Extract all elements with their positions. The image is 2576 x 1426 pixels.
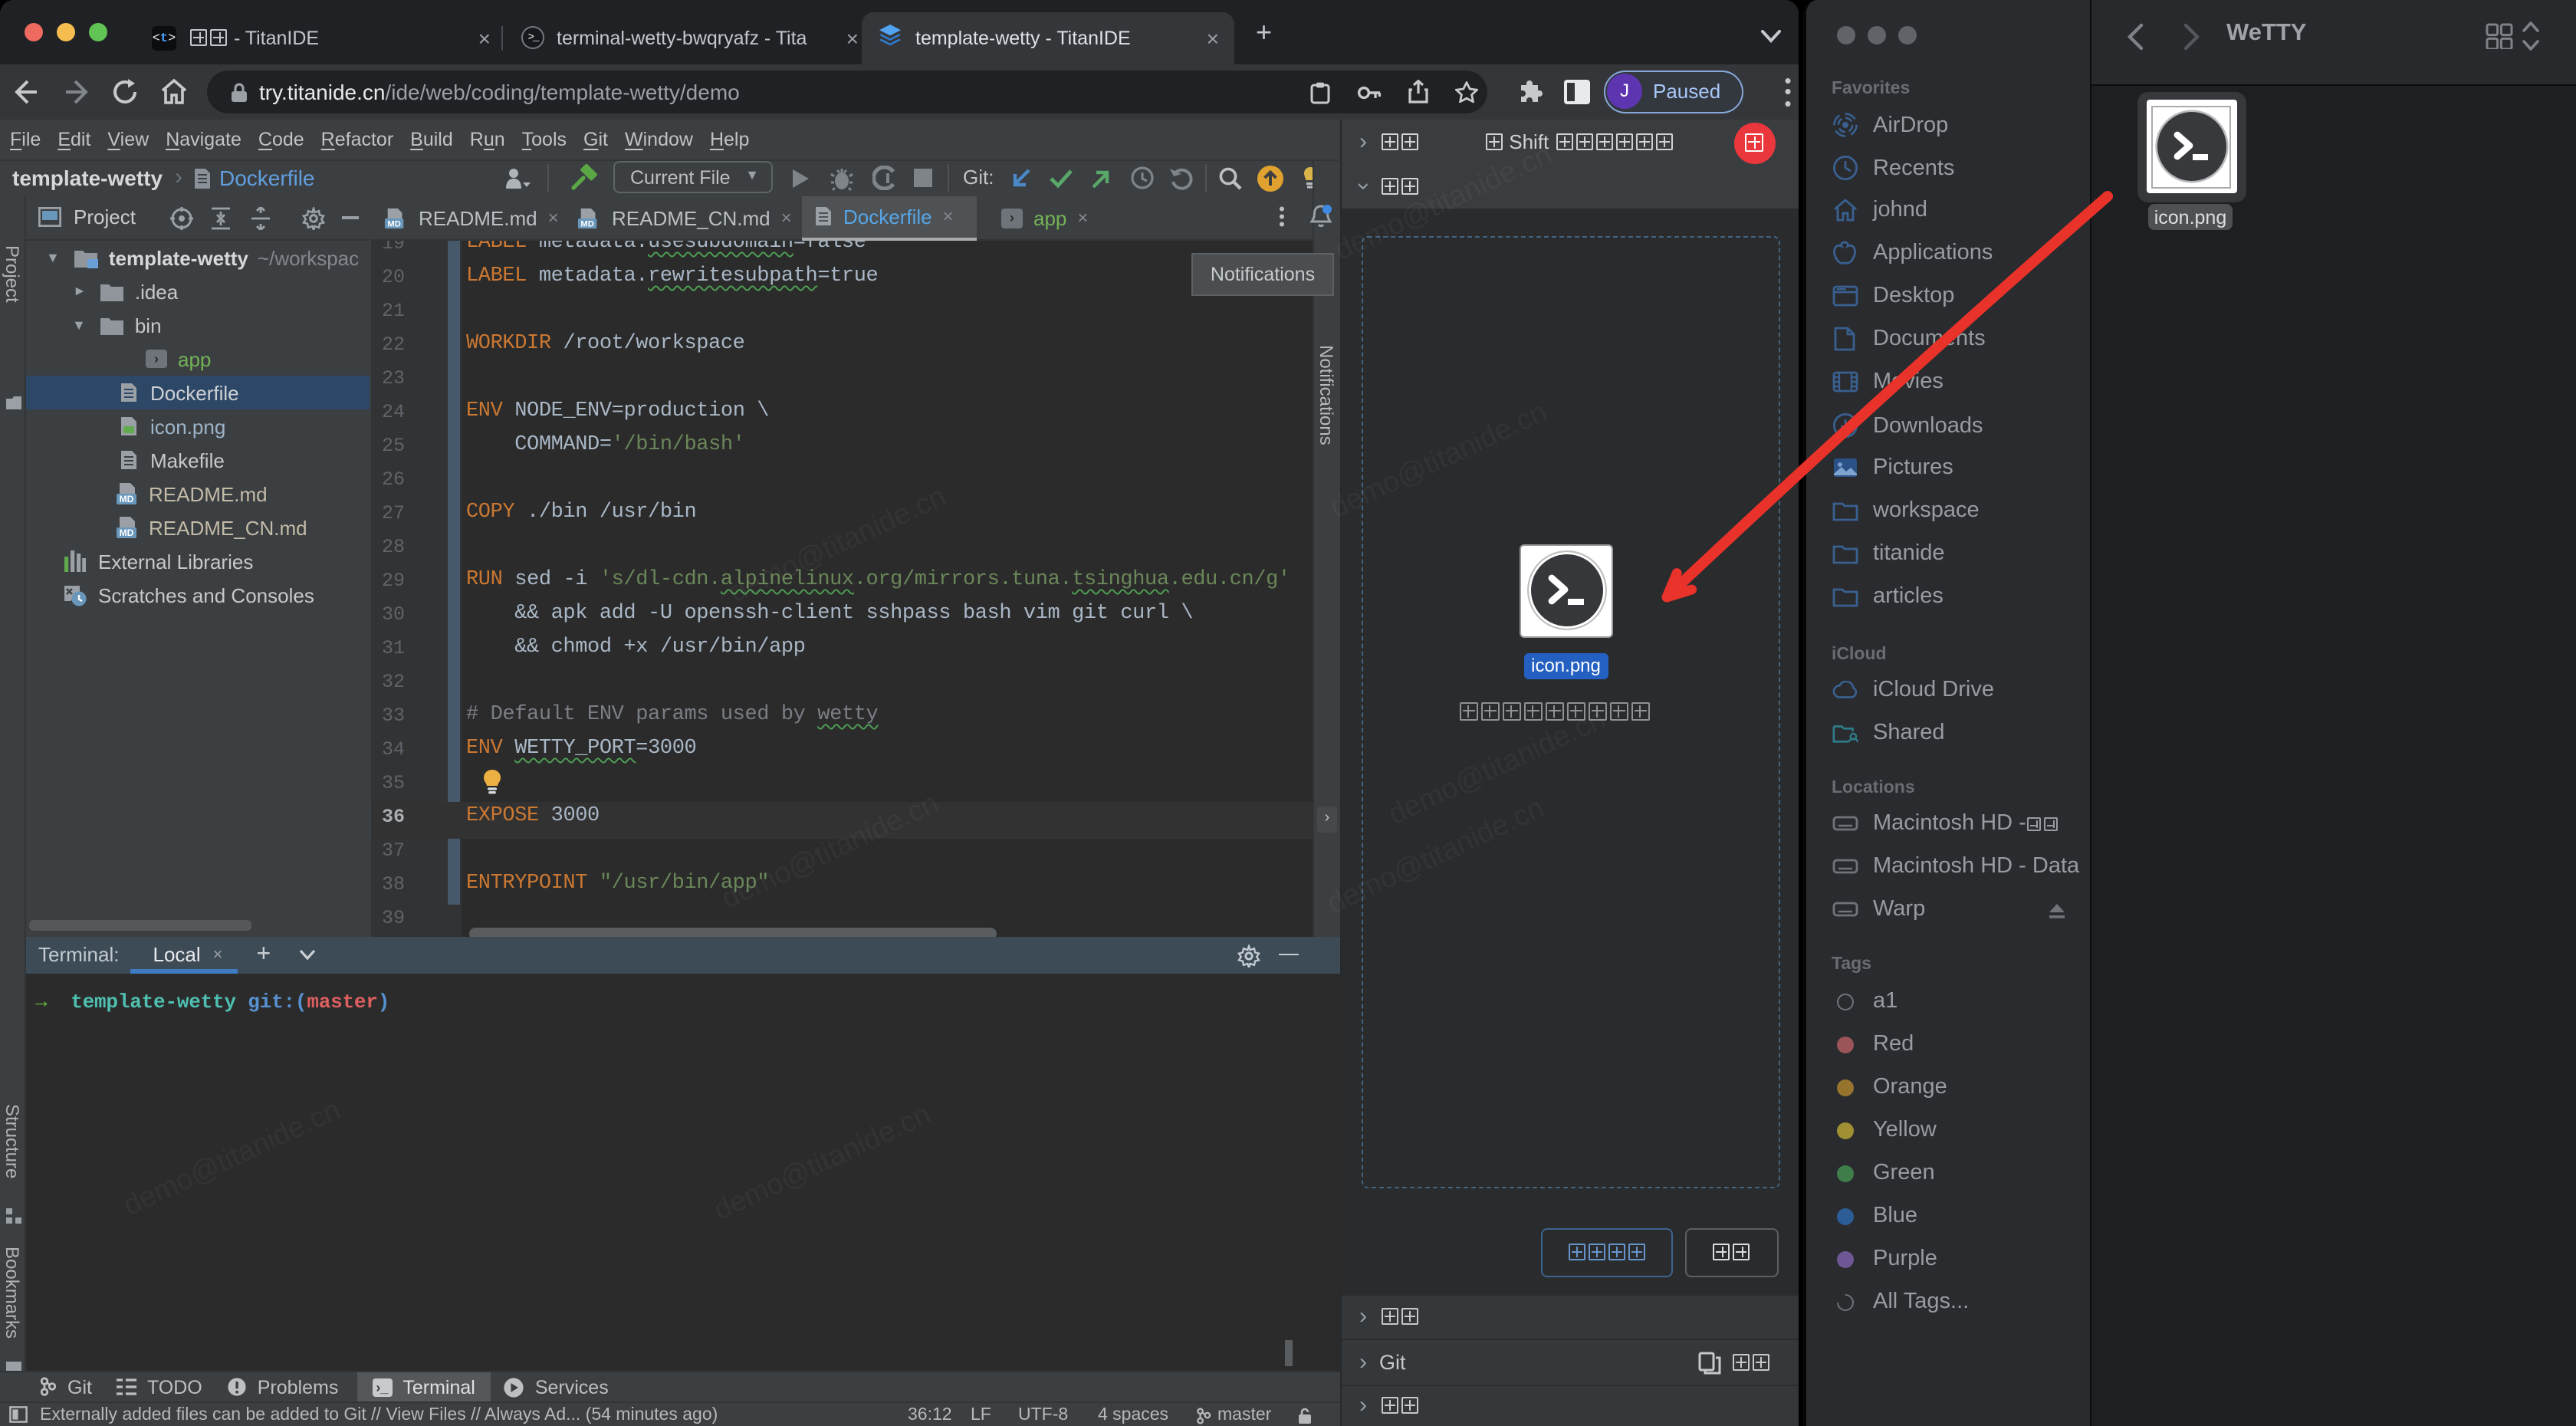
svg-text:MD: MD — [580, 219, 594, 228]
svg-text:MD: MD — [120, 527, 134, 538]
svg-text:MD: MD — [120, 494, 134, 504]
svg-text:MD: MD — [387, 219, 401, 228]
